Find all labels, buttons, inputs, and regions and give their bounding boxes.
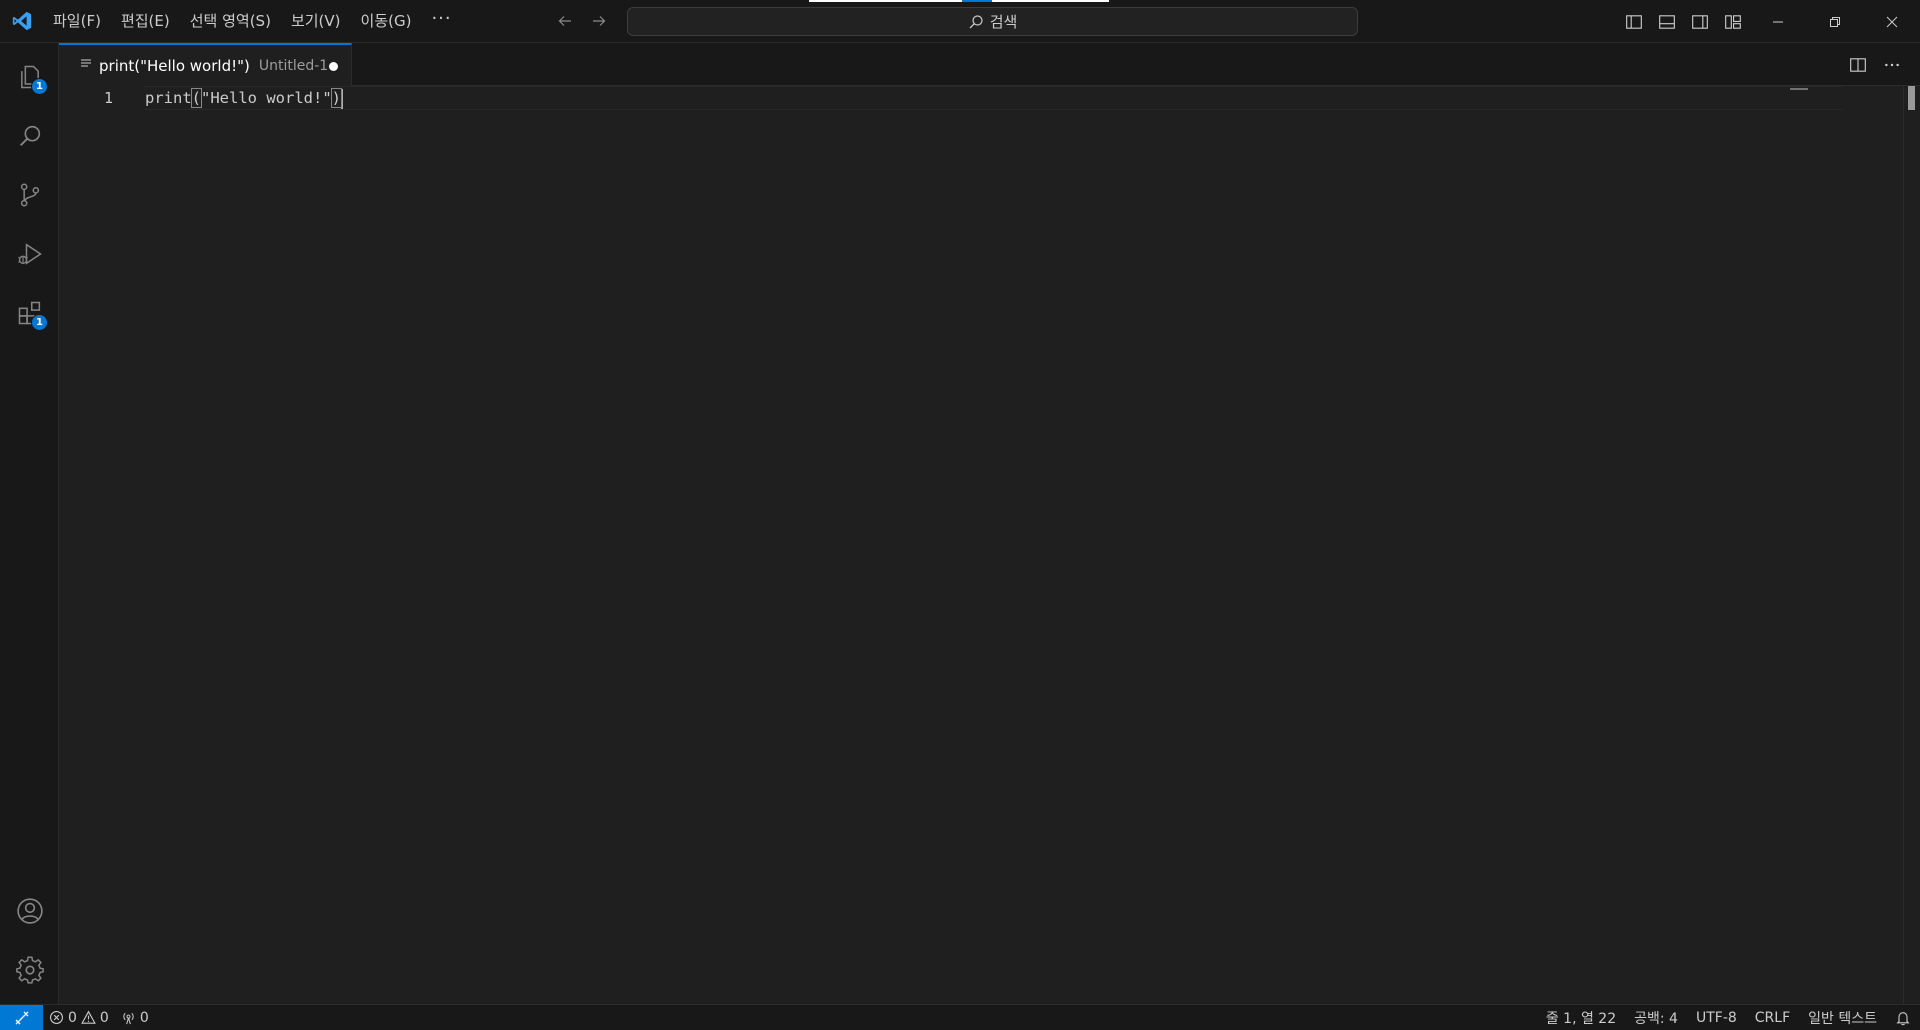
minimize-icon [1772, 21, 1783, 22]
panel-bottom-icon [1659, 15, 1675, 29]
arrow-left-icon [558, 16, 571, 26]
warning-count: 0 [99, 1009, 109, 1026]
explorer-badge: 1 [31, 78, 48, 95]
split-editor-icon [1850, 58, 1866, 72]
activity-manage[interactable] [0, 940, 59, 999]
activity-accounts[interactable] [0, 881, 59, 940]
search-icon [19, 125, 40, 146]
editor-tab-bar: print("Hello world!") Untitled-1 [59, 43, 1920, 86]
menu-selection[interactable]: 선택 영역(S) [180, 6, 281, 36]
minimize-button[interactable] [1749, 0, 1806, 43]
ellipsis-icon [1885, 63, 1899, 67]
bell-icon [1896, 1012, 1910, 1026]
remote-indicator-button[interactable] [0, 1004, 43, 1030]
warning-icon [81, 1010, 96, 1024]
close-button[interactable] [1863, 0, 1920, 43]
tab-title: print("Hello world!") [99, 56, 250, 75]
extensions-badge: 1 [31, 314, 48, 331]
customize-layout-button[interactable] [1719, 8, 1747, 36]
error-icon [50, 1011, 63, 1024]
command-center-search[interactable]: 검색 [627, 7, 1358, 36]
activity-search[interactable] [0, 106, 59, 165]
ports-status[interactable]: 0 [115, 1005, 155, 1030]
vertical-scrollbar[interactable] [1908, 86, 1915, 110]
restore-button[interactable] [1806, 0, 1863, 43]
activity-bar: 1 1 [0, 43, 59, 1004]
cursor-position-status[interactable]: 줄 1, 열 22 [1537, 1005, 1625, 1030]
toggle-primary-sidebar-button[interactable] [1620, 8, 1648, 36]
broadcast-icon [123, 1012, 134, 1025]
vscode-logo-icon [0, 0, 43, 43]
title-progress-bar [809, 0, 1109, 2]
text-file-icon [80, 58, 92, 74]
code-function-token: print [145, 89, 192, 107]
activity-explorer[interactable]: 1 [0, 47, 59, 106]
sidebar-right-icon [1692, 15, 1708, 29]
source-control-icon [20, 183, 39, 206]
layout-icon [1725, 15, 1741, 29]
eol-status[interactable]: CRLF [1746, 1005, 1799, 1030]
code-string-token: "Hello world!" [201, 89, 332, 107]
toggle-panel-button[interactable] [1653, 8, 1681, 36]
menu-go[interactable]: 이동(G) [351, 6, 422, 36]
activity-source-control[interactable] [0, 165, 59, 224]
editor-tab-untitled-1[interactable]: print("Hello world!") Untitled-1 [59, 43, 352, 86]
menu-view[interactable]: 보기(V) [281, 6, 351, 36]
arrow-right-icon [593, 16, 606, 26]
error-count: 0 [68, 1009, 77, 1026]
notifications-button[interactable] [1886, 1005, 1920, 1030]
current-line-highlight [143, 86, 1843, 110]
title-bar: 파일(F) 편집(E) 선택 영역(S) 보기(V) 이동(G) ··· 검색 [0, 0, 1920, 43]
search-icon [969, 14, 983, 28]
unsaved-dot-icon[interactable] [329, 62, 338, 71]
menu-file[interactable]: 파일(F) [43, 6, 111, 36]
code-open-paren: ( [190, 88, 203, 108]
split-editor-button[interactable] [1844, 51, 1872, 79]
menu-more-button[interactable]: ··· [421, 6, 461, 36]
account-icon [16, 897, 43, 924]
code-editor[interactable]: 1 print("Hello world!") [59, 86, 1920, 1004]
gear-icon [15, 955, 44, 984]
title-progress-accent [962, 0, 992, 2]
code-close-paren: ) [330, 88, 343, 108]
activity-run-debug[interactable] [0, 224, 59, 283]
activity-extensions[interactable]: 1 [0, 283, 59, 342]
problems-status[interactable]: 0 0 [43, 1005, 115, 1030]
close-icon [1886, 16, 1897, 27]
toggle-secondary-sidebar-button[interactable] [1686, 8, 1714, 36]
back-button[interactable] [552, 7, 578, 35]
ports-count: 0 [139, 1009, 149, 1026]
encoding-status[interactable]: UTF-8 [1687, 1005, 1746, 1030]
line-number: 1 [103, 89, 113, 107]
search-label: 검색 [989, 13, 1018, 31]
language-mode-status[interactable]: 일반 텍스트 [1799, 1005, 1886, 1030]
code-line[interactable]: print("Hello world!") [145, 86, 344, 110]
restore-icon [1829, 16, 1840, 27]
indentation-status[interactable]: 공백: 4 [1625, 1005, 1687, 1030]
menu-bar: 파일(F) 편집(E) 선택 영역(S) 보기(V) 이동(G) ··· [43, 0, 462, 43]
minimap[interactable] [1790, 88, 1808, 90]
run-debug-icon [17, 242, 42, 265]
text-cursor [341, 88, 344, 109]
tab-description: Untitled-1 [258, 57, 329, 74]
sidebar-left-icon [1626, 15, 1642, 29]
remote-icon [15, 1011, 28, 1024]
menu-edit[interactable]: 편집(E) [111, 6, 180, 36]
status-bar: 0 0 0 줄 1, 열 22 공백: 4 UTF-8 CRLF 일반 텍스트 [0, 1004, 1920, 1030]
overview-ruler [1903, 86, 1904, 1004]
forward-button[interactable] [586, 7, 612, 35]
editor-more-actions-button[interactable] [1878, 51, 1906, 79]
